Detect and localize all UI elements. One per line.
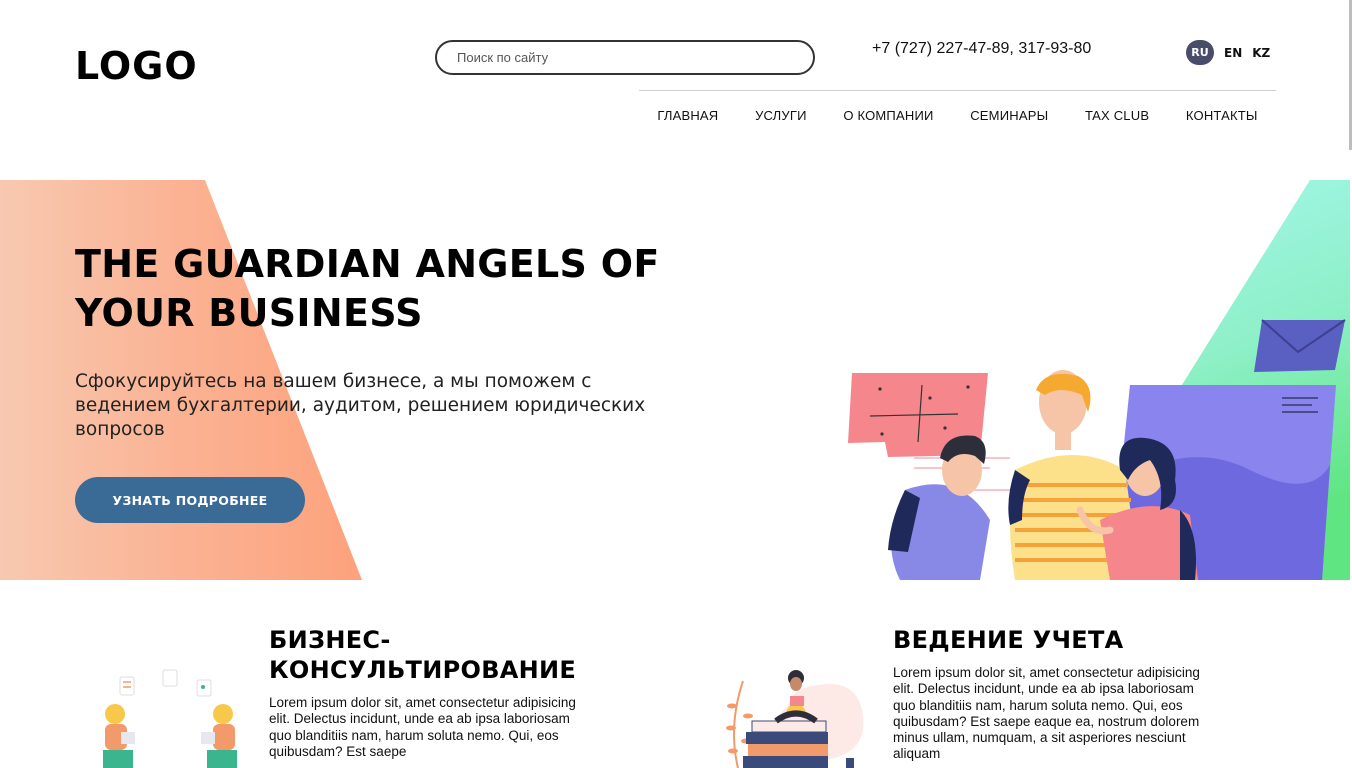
nav-item-services[interactable]: УСЛУГИ: [755, 108, 807, 123]
lang-en[interactable]: EN: [1224, 46, 1242, 60]
lang-kz[interactable]: KZ: [1252, 46, 1270, 60]
main-nav: ГЛАВНАЯ УСЛУГИ О КОМПАНИИ СЕМИНАРЫ TAX C…: [639, 108, 1276, 123]
service-text: Lorem ipsum dolor sit, amet consectetur …: [269, 695, 576, 759]
search-box[interactable]: [435, 40, 815, 75]
nav-item-seminars[interactable]: СЕМИНАРЫ: [970, 108, 1048, 123]
service-card-accounting: ВЕДЕНИЕ УЧЕТА Lorem ipsum dolor sit, ame…: [893, 625, 1213, 763]
phone-number: +7 (727) 227-47-89, 317-93-80: [872, 40, 1092, 57]
service-title: БИЗНЕС-КОНСУЛЬТИРОВАНИЕ: [269, 626, 577, 684]
service-card-consulting: БИЗНЕС-КОНСУЛЬТИРОВАНИЕ Lorem ipsum dolo…: [269, 625, 589, 760]
nav-divider: [639, 90, 1276, 91]
nav-item-home[interactable]: ГЛАВНАЯ: [657, 108, 718, 123]
nav-item-contacts[interactable]: КОНТАКТЫ: [1186, 108, 1258, 123]
language-switcher: RU EN KZ: [1186, 40, 1270, 65]
service-title: ВЕДЕНИЕ УЧЕТА: [893, 626, 1124, 654]
consulting-illustration: [103, 669, 237, 768]
hero-illustration: [848, 319, 1346, 580]
service-text: Lorem ipsum dolor sit, amet consectetur …: [893, 665, 1200, 762]
logo[interactable]: LOGO: [75, 44, 198, 88]
nav-item-tax-club[interactable]: TAX CLUB: [1085, 108, 1149, 123]
search-input[interactable]: [457, 50, 813, 65]
accounting-illustration: [726, 670, 864, 768]
nav-item-about[interactable]: О КОМПАНИИ: [843, 108, 933, 123]
lang-ru[interactable]: RU: [1186, 40, 1214, 65]
hero-section: THE GUARDIAN ANGELS OF YOUR BUSINESS Сфо…: [0, 180, 1350, 580]
